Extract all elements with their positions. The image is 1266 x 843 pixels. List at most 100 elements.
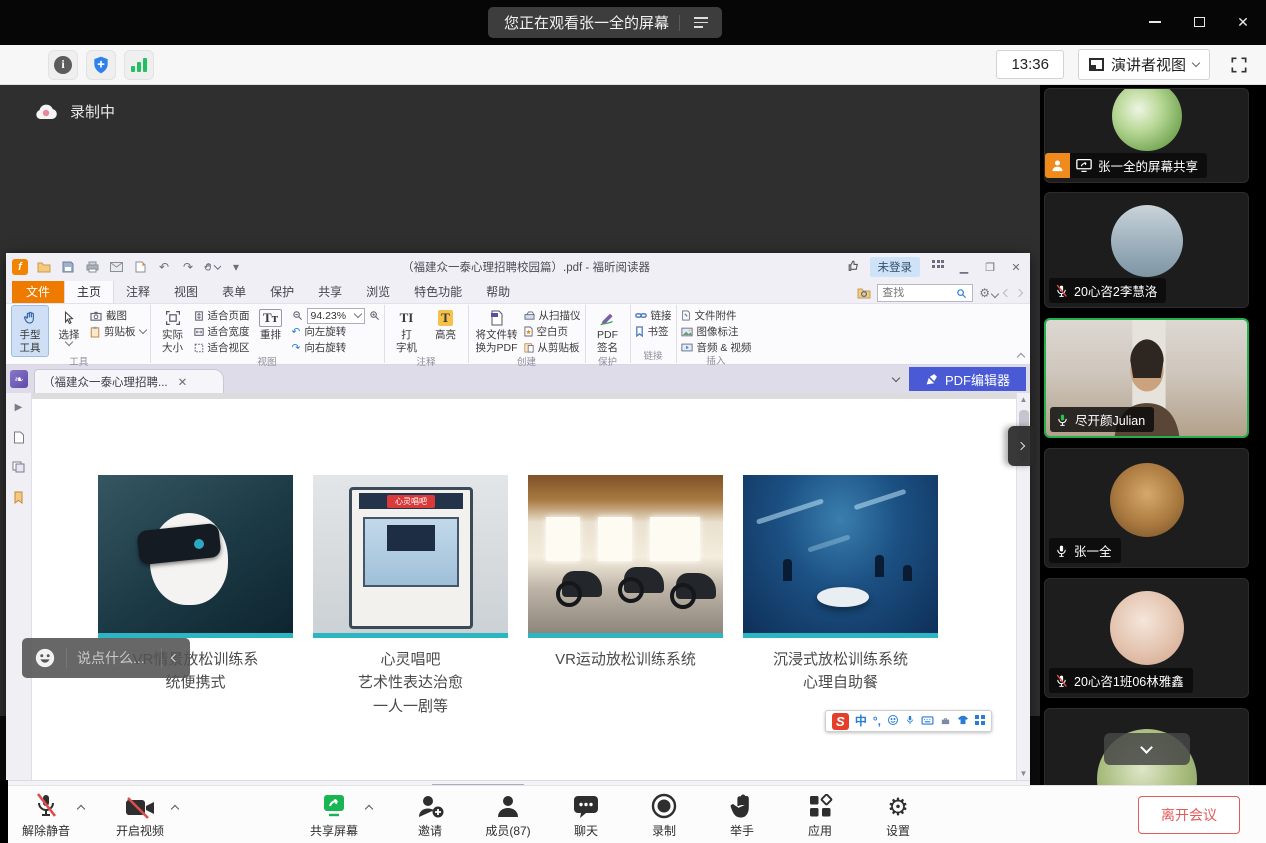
members-button[interactable]: 成员(87) xyxy=(482,791,534,839)
ime-skin-icon[interactable] xyxy=(957,715,969,727)
login-status-button[interactable]: 未登录 xyxy=(870,257,921,277)
search-icon[interactable] xyxy=(956,288,967,299)
find-prev-icon[interactable] xyxy=(1003,289,1011,297)
view-mode-button[interactable]: 演讲者视图 xyxy=(1078,49,1210,80)
page-thumbnails-icon[interactable] xyxy=(11,429,27,445)
rotate-right-button[interactable]: ↷向右旋转 xyxy=(292,340,380,355)
pdf-minimize-icon[interactable]: ▁ xyxy=(956,261,972,274)
participant-tile[interactable]: 20心咨2李慧洛 xyxy=(1044,192,1249,308)
pdf-sign-button[interactable]: PDF 签名 xyxy=(590,306,626,356)
raise-hand-button[interactable]: 举手 xyxy=(716,791,768,839)
audio-options-chevron[interactable] xyxy=(77,805,85,813)
email-icon[interactable] xyxy=(108,259,124,275)
menu-features[interactable]: 特色功能 xyxy=(402,280,474,303)
pdf-page-canvas[interactable]: 心灵唱吧 xyxy=(32,393,1016,780)
layers-panel-icon[interactable] xyxy=(11,459,27,475)
customize-qat-icon[interactable]: ▾ xyxy=(228,259,244,275)
panel-expand-icon[interactable]: ▶ xyxy=(11,399,27,415)
open-file-icon[interactable] xyxy=(36,259,52,275)
reflow-button[interactable]: Tт 重排 xyxy=(253,306,289,343)
tab-list-dropdown-icon[interactable] xyxy=(892,373,900,381)
share-feedback-icon[interactable] xyxy=(847,259,860,275)
invite-button[interactable]: 邀请 xyxy=(404,791,456,839)
participant-tile-active-speaker[interactable]: 尽开颜Julian xyxy=(1044,318,1249,438)
video-options-chevron[interactable] xyxy=(171,805,179,813)
pdf-close-icon[interactable]: ✕ xyxy=(1008,261,1024,274)
image-annotation-button[interactable]: 图像标注 xyxy=(681,324,752,339)
record-button[interactable]: 录制 xyxy=(638,791,690,839)
scroll-down-icon[interactable]: ▼ xyxy=(1020,767,1028,780)
participant-tile[interactable]: 张一全 xyxy=(1044,448,1249,568)
chat-collapse-icon[interactable] xyxy=(171,654,179,662)
file-attachment-button[interactable]: 文件附件 xyxy=(681,308,752,323)
ribbon-zoom-value[interactable]: 94.23% xyxy=(307,308,365,324)
menu-form[interactable]: 表单 xyxy=(210,280,258,303)
blank-page-button[interactable]: 空白页 xyxy=(524,324,581,339)
scroll-up-icon[interactable]: ▲ xyxy=(1020,393,1028,406)
chat-placeholder[interactable]: 说点什么... xyxy=(77,648,151,668)
menu-share[interactable]: 共享 xyxy=(306,280,354,303)
meeting-info-button[interactable]: i xyxy=(48,50,78,80)
share-options-chevron[interactable] xyxy=(365,805,373,813)
pdf-apps-grid-icon[interactable] xyxy=(930,260,946,275)
document-tab-close-icon[interactable]: ✕ xyxy=(178,375,188,389)
ime-toolbox-icon[interactable] xyxy=(940,715,951,728)
menu-comment[interactable]: 注释 xyxy=(114,280,162,303)
fit-visible-button[interactable]: 适合视区 xyxy=(194,340,250,355)
rotate-left-button[interactable]: ↶向左旋转 xyxy=(292,324,380,339)
menu-protect[interactable]: 保护 xyxy=(258,280,306,303)
sogou-logo-icon[interactable]: S xyxy=(832,713,849,730)
maximize-button[interactable] xyxy=(1186,10,1212,34)
find-input[interactable] xyxy=(882,287,952,299)
fit-width-button[interactable]: 适合宽度 xyxy=(194,324,250,339)
link-button[interactable]: 链接 xyxy=(635,308,672,323)
redo-icon[interactable]: ↷ xyxy=(180,259,196,275)
apps-button[interactable]: 应用 xyxy=(794,791,846,839)
settings-button[interactable]: ⚙ 设置 xyxy=(872,791,924,839)
from-clipboard-button[interactable]: 从剪贴板 xyxy=(524,340,581,355)
chat-quick-input[interactable]: 说点什么... xyxy=(22,638,190,678)
document-tab[interactable]: （福建众一泰心理招聘... ✕ xyxy=(34,369,224,393)
banner-menu-icon[interactable] xyxy=(690,13,712,32)
leave-meeting-button[interactable]: 离开会议 xyxy=(1138,796,1240,834)
pdf-editor-button[interactable]: PDF编辑器 xyxy=(909,367,1026,391)
security-button[interactable] xyxy=(86,50,116,80)
unmute-button[interactable]: 解除静音 xyxy=(20,791,72,839)
select-tool-button[interactable]: 选择 xyxy=(51,306,87,347)
find-settings-gear-icon[interactable]: ⚙ xyxy=(979,286,998,300)
menu-browse[interactable]: 浏览 xyxy=(354,280,402,303)
menu-home[interactable]: 主页 xyxy=(64,279,114,303)
zoom-in-icon[interactable] xyxy=(369,310,380,321)
participant-tile-partial[interactable] xyxy=(1044,708,1249,785)
hand-stamp-icon[interactable] xyxy=(204,259,220,275)
ime-emoji-icon[interactable] xyxy=(887,714,899,728)
close-button[interactable]: ✕ xyxy=(1230,10,1256,34)
chat-button[interactable]: 聊天 xyxy=(560,791,612,839)
fit-page-button[interactable]: 适合页面 xyxy=(194,308,250,323)
bookmark-button[interactable]: 书签 xyxy=(635,324,672,339)
snapshot-button[interactable]: 截图 xyxy=(90,308,146,323)
ime-voice-icon[interactable] xyxy=(905,714,915,728)
menu-view[interactable]: 视图 xyxy=(162,280,210,303)
ime-punctuation-toggle[interactable]: °, xyxy=(873,715,881,727)
emoji-icon[interactable] xyxy=(34,647,56,669)
new-document-icon[interactable] xyxy=(132,259,148,275)
print-icon[interactable] xyxy=(84,259,100,275)
undo-icon[interactable]: ↶ xyxy=(156,259,172,275)
actual-size-button[interactable]: 实际 大小 xyxy=(155,306,191,356)
sidebar-collapse-handle[interactable] xyxy=(1008,426,1034,466)
typewriter-button[interactable]: TI 打 字机 xyxy=(389,306,425,356)
search-folder-icon[interactable] xyxy=(857,287,871,299)
reader-app-icon[interactable]: ❧ xyxy=(10,370,28,388)
from-scanner-button[interactable]: 从扫描仪 xyxy=(524,308,581,323)
clipboard-button[interactable]: 剪贴板 xyxy=(90,324,146,339)
network-quality-button[interactable] xyxy=(124,50,154,80)
ime-mode-toggle[interactable]: 中 xyxy=(855,715,867,727)
fullscreen-button[interactable] xyxy=(1224,50,1254,80)
participant-tile-screen-share[interactable]: 张一全的屏幕共享 xyxy=(1044,88,1249,183)
menu-help[interactable]: 帮助 xyxy=(474,280,522,303)
audio-video-button[interactable]: 音频 & 视频 xyxy=(681,340,752,355)
foxit-logo-icon[interactable]: f xyxy=(12,259,28,275)
start-video-button[interactable]: 开启视频 xyxy=(114,791,166,839)
convert-to-pdf-button[interactable]: 将文件转 换为PDF xyxy=(473,306,521,356)
